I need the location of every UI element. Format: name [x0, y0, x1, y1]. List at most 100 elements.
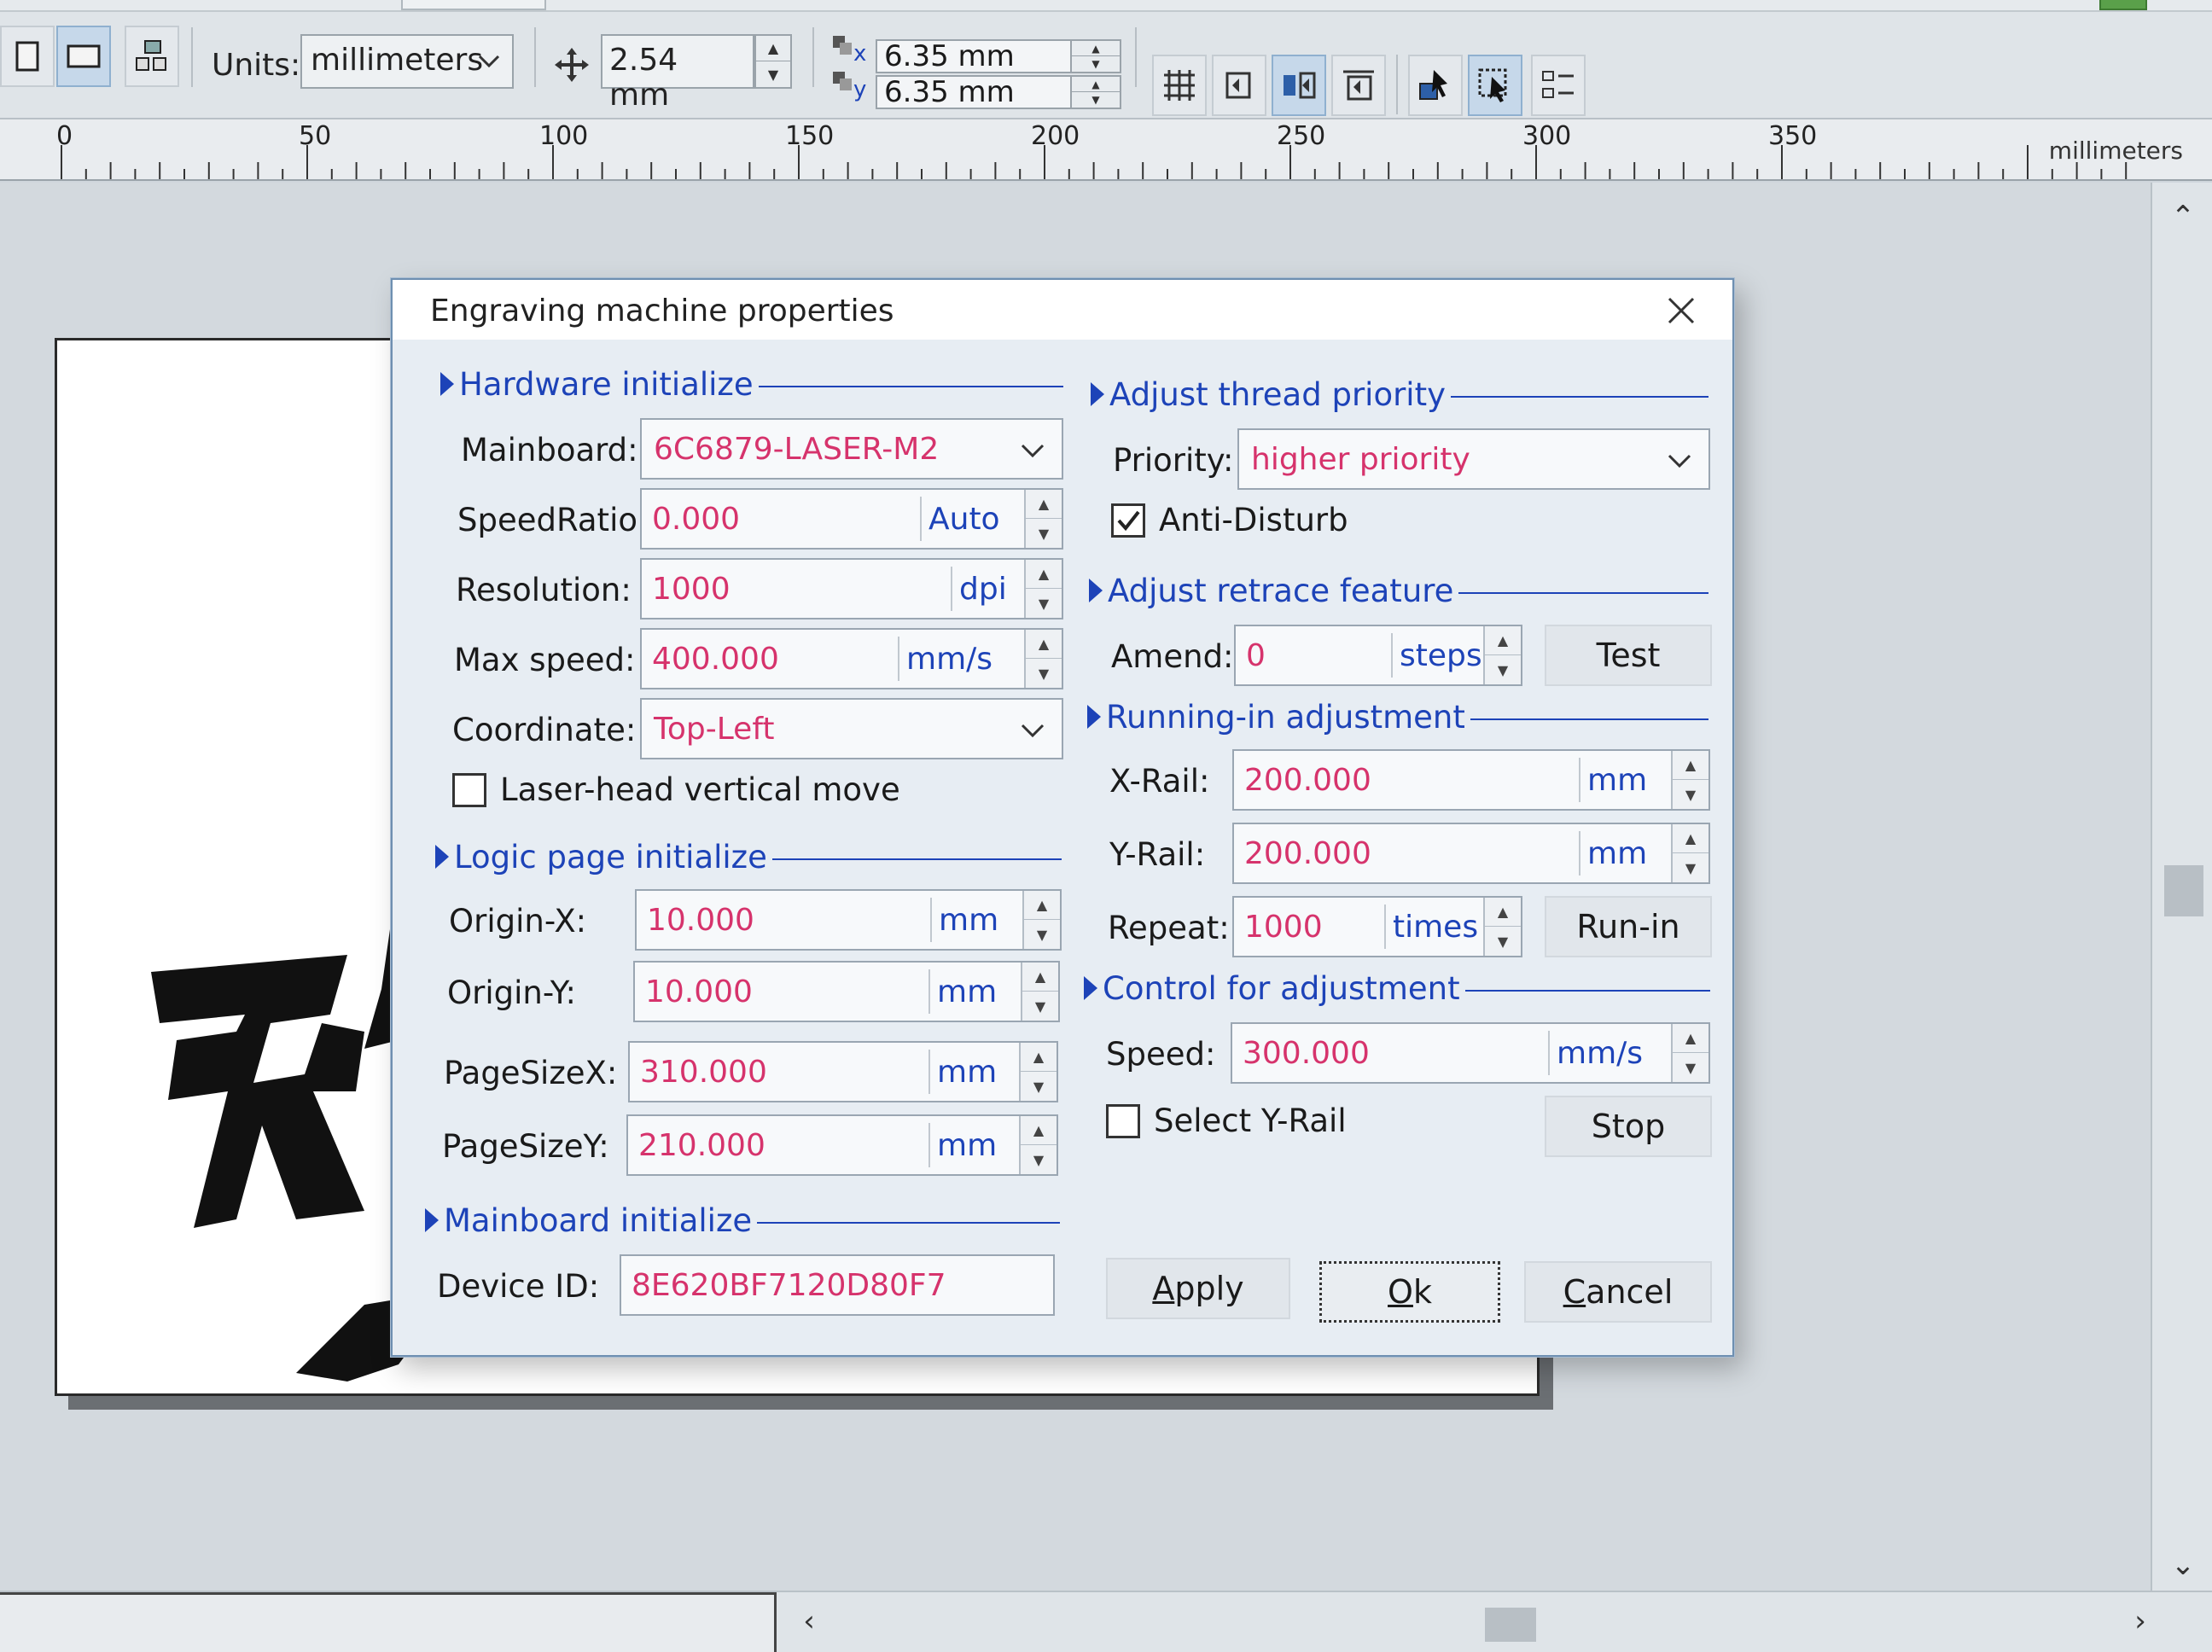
spin-up-icon[interactable]: ▲ [1026, 560, 1062, 589]
cancel-button[interactable]: Cancel [1524, 1261, 1712, 1323]
vertical-scroll-thumb[interactable] [2164, 865, 2203, 916]
pagesizey-input[interactable]: 210.000 mm ▲ ▼ [626, 1114, 1058, 1176]
nudge-spinner[interactable]: ▲ ▼ [754, 34, 792, 89]
units-select[interactable]: millimeters [300, 34, 514, 89]
pagesizey-spinner[interactable]: ▲ ▼ [1019, 1116, 1057, 1174]
resolution-spinner[interactable]: ▲ ▼ [1024, 560, 1062, 618]
spin-down-icon[interactable]: ▼ [1485, 927, 1521, 956]
scroll-up-icon[interactable]: ⌃ [2164, 200, 2202, 237]
spin-up-icon[interactable]: ▲ [1022, 963, 1058, 992]
stop-button[interactable]: Stop [1545, 1096, 1712, 1157]
spin-up-icon[interactable]: ▲ [1021, 1116, 1057, 1145]
apply-button[interactable]: Apply [1106, 1258, 1290, 1319]
object-properties-icon[interactable] [1531, 55, 1586, 116]
spin-up-icon[interactable]: ▲ [1072, 41, 1120, 56]
maxspeed-input[interactable]: 400.000 mm/s ▲ ▼ [640, 628, 1063, 689]
speed-input[interactable]: 300.000 mm/s ▲ ▼ [1231, 1022, 1710, 1084]
spin-down-icon[interactable]: ▼ [1072, 92, 1120, 108]
spin-up-icon[interactable]: ▲ [1485, 626, 1521, 655]
spin-up-icon[interactable]: ▲ [1024, 891, 1060, 920]
checkbox-checked[interactable] [1111, 503, 1145, 538]
mainboard-select[interactable]: 6C6879-LASER-M2 [640, 418, 1063, 480]
spin-up-icon[interactable]: ▲ [1072, 77, 1120, 92]
repeat-input[interactable]: 1000 times ▲ ▼ [1232, 896, 1522, 957]
runin-button[interactable]: Run-in [1545, 896, 1712, 957]
portrait-page-icon[interactable] [0, 26, 55, 87]
resolution-input[interactable]: 1000 dpi ▲ ▼ [640, 558, 1063, 620]
treat-as-filled-icon[interactable] [1408, 55, 1463, 116]
spin-down-icon[interactable]: ▼ [1072, 56, 1120, 72]
close-icon[interactable] [1662, 292, 1700, 329]
priority-select[interactable]: higher priority [1237, 428, 1710, 490]
spin-up-icon[interactable]: ▲ [1026, 630, 1062, 659]
spin-down-icon[interactable]: ▼ [1026, 519, 1062, 548]
green-app-icon[interactable] [2099, 0, 2147, 10]
spin-down-icon[interactable]: ▼ [1022, 992, 1058, 1021]
pagesizex-spinner[interactable]: ▲ ▼ [1019, 1043, 1057, 1101]
originy-spinner[interactable]: ▲ ▼ [1021, 963, 1058, 1021]
page-layout-icon[interactable] [125, 26, 179, 87]
select-yrail-checkbox[interactable]: Select Y-Rail [1106, 1102, 1347, 1139]
maxspeed-spinner[interactable]: ▲ ▼ [1024, 630, 1062, 688]
spin-up-icon[interactable]: ▲ [1673, 751, 1708, 780]
amend-spinner[interactable]: ▲ ▼ [1483, 626, 1521, 684]
duplicate-x-spinner[interactable]: ▲ ▼ [1070, 39, 1121, 73]
xrail-input[interactable]: 200.000 mm ▲ ▼ [1232, 749, 1710, 811]
yrail-input[interactable]: 200.000 mm ▲ ▼ [1232, 823, 1710, 884]
select-box-icon[interactable] [1468, 55, 1522, 116]
yrail-spinner[interactable]: ▲ ▼ [1671, 824, 1708, 882]
duplicate-y-spinner[interactable]: ▲ ▼ [1070, 75, 1121, 109]
snap-guidelines-icon[interactable] [1212, 55, 1266, 116]
antidisturb-checkbox[interactable]: Anti-Disturb [1111, 502, 1348, 538]
spin-down-icon[interactable]: ▼ [1021, 1145, 1057, 1174]
vertical-scrollbar[interactable]: ⌃ ⌄ [2151, 183, 2212, 1591]
checkbox-unchecked[interactable] [452, 772, 486, 807]
spin-up-icon[interactable]: ▲ [1673, 1024, 1708, 1053]
pagesizex-input[interactable]: 310.000 mm ▲ ▼ [628, 1041, 1058, 1102]
spin-up-icon[interactable]: ▲ [1485, 898, 1521, 927]
snap-page-icon[interactable] [1331, 55, 1386, 116]
dialog-titlebar[interactable]: Engraving machine properties [393, 280, 1732, 340]
amend-input[interactable]: 0 steps ▲ ▼ [1234, 625, 1522, 686]
spin-up-icon[interactable]: ▲ [1673, 824, 1708, 853]
scroll-right-icon[interactable]: › [2122, 1604, 2159, 1642]
test-button[interactable]: Test [1545, 625, 1712, 686]
speedratio-spinner[interactable]: ▲ ▼ [1024, 490, 1062, 548]
horizontal-scroll-thumb[interactable] [1485, 1608, 1536, 1642]
nudge-distance-input[interactable]: 2.54 mm [601, 34, 754, 113]
spin-down-icon[interactable]: ▼ [1673, 1053, 1708, 1082]
duplicate-y-input[interactable]: 6.35 mm [876, 75, 1080, 109]
snap-objects-icon[interactable] [1272, 55, 1326, 116]
spin-down-icon[interactable]: ▼ [1673, 853, 1708, 882]
ok-button[interactable]: Ok [1319, 1261, 1500, 1323]
spin-down-icon[interactable]: ▼ [1673, 780, 1708, 809]
originy-input[interactable]: 10.000 mm ▲ ▼ [633, 961, 1060, 1022]
grid-snap-icon[interactable] [1152, 55, 1207, 116]
spin-up-icon[interactable]: ▲ [756, 36, 790, 61]
spin-up-icon[interactable]: ▲ [1026, 490, 1062, 519]
originx-input[interactable]: 10.000 mm ▲ ▼ [635, 889, 1062, 951]
laserhead-vertical-checkbox[interactable]: Laser-head vertical move [452, 771, 900, 808]
spin-down-icon[interactable]: ▼ [1026, 659, 1062, 688]
deviceid-input[interactable]: 8E620BF7120D80F7 [620, 1254, 1055, 1316]
landscape-page-icon[interactable] [56, 26, 111, 87]
coordinate-select[interactable]: Top-Left [640, 698, 1063, 759]
menu-tab[interactable] [401, 0, 546, 10]
originx-spinner[interactable]: ▲ ▼ [1022, 891, 1060, 949]
spin-down-icon[interactable]: ▼ [1024, 920, 1060, 949]
spin-up-icon[interactable]: ▲ [1021, 1043, 1057, 1072]
scroll-down-icon[interactable]: ⌄ [2164, 1548, 2202, 1585]
spin-down-icon[interactable]: ▼ [756, 61, 790, 87]
xrail-spinner[interactable]: ▲ ▼ [1671, 751, 1708, 809]
spin-down-icon[interactable]: ▼ [1026, 589, 1062, 618]
amend-unit: steps [1400, 638, 1482, 673]
speed-spinner[interactable]: ▲ ▼ [1671, 1024, 1708, 1082]
spin-down-icon[interactable]: ▼ [1485, 655, 1521, 684]
scroll-left-icon[interactable]: ‹ [790, 1604, 828, 1642]
spin-down-icon[interactable]: ▼ [1021, 1072, 1057, 1101]
duplicate-x-input[interactable]: 6.35 mm [876, 39, 1080, 73]
checkbox-unchecked[interactable] [1106, 1103, 1140, 1138]
speedratio-input[interactable]: 0.000 Auto ▲ ▼ [640, 488, 1063, 550]
repeat-spinner[interactable]: ▲ ▼ [1483, 898, 1521, 956]
horizontal-scrollbar[interactable]: ‹ › [0, 1591, 2212, 1652]
